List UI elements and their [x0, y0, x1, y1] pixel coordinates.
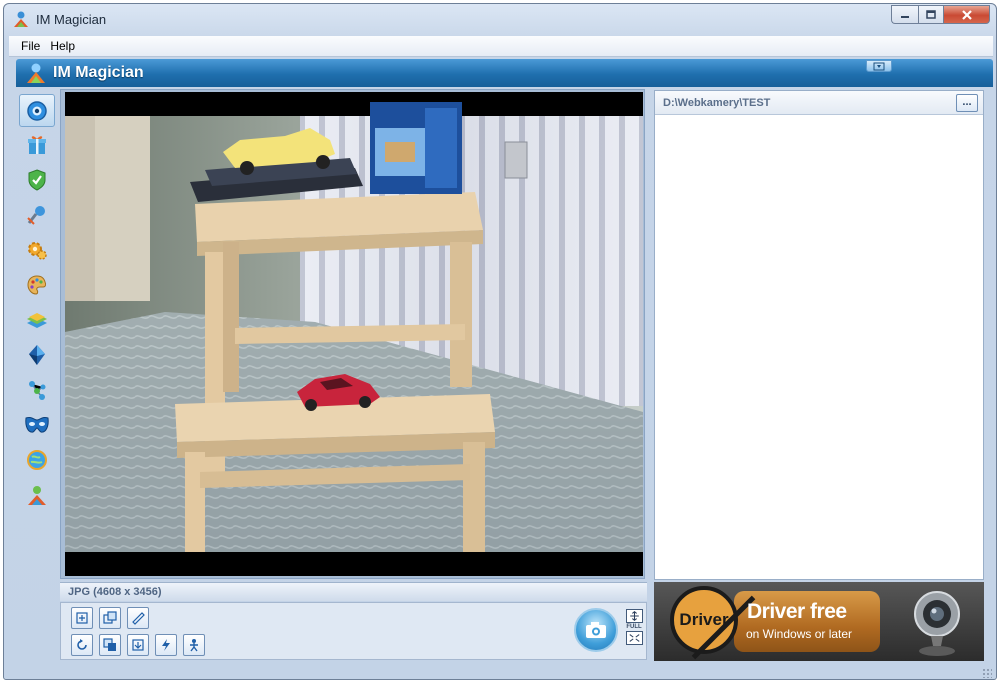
mask-icon — [25, 416, 49, 433]
flash-button[interactable] — [155, 634, 177, 656]
app-banner: IM Magician — [16, 59, 993, 87]
no-driver-icon: Driver — [670, 586, 756, 660]
crop-icon — [103, 611, 117, 624]
sidebar-item-settings[interactable] — [19, 233, 55, 266]
rotate-button[interactable] — [71, 634, 93, 656]
palette-icon — [27, 274, 47, 295]
sidebar-item-microphone[interactable] — [19, 198, 55, 231]
export-button[interactable] — [127, 634, 149, 656]
image-format-label: JPG (4608 x 3456) — [68, 586, 162, 598]
title-bar[interactable]: IM Magician — [4, 4, 996, 34]
flash-icon — [162, 639, 170, 651]
sidebar-item-users[interactable] — [19, 478, 55, 511]
export-icon — [132, 639, 144, 651]
maximize-icon — [926, 9, 936, 19]
ad-subtitle: on Windows or later — [746, 627, 853, 641]
banner-logo-icon — [27, 63, 45, 83]
collapse-button[interactable] — [866, 60, 892, 72]
minimize-icon — [901, 15, 909, 18]
camera-preview[interactable] — [65, 92, 643, 576]
copy-icon — [103, 638, 116, 651]
fit-icon — [76, 612, 88, 624]
rotate-icon — [77, 639, 87, 650]
camera-icon — [586, 622, 606, 638]
webcam-icon — [27, 100, 47, 121]
folder-path-bar: D:\Webkamery\TEST ... — [655, 91, 983, 115]
globe-icon — [27, 449, 47, 470]
gift-icon — [28, 135, 46, 154]
folder-path: D:\Webkamery\TEST — [663, 97, 771, 109]
crystal-icon — [29, 344, 45, 365]
sidebar-item-mask[interactable] — [19, 408, 55, 441]
ad-banner[interactable]: Driver Driver free on Windows or later — [654, 582, 984, 661]
close-button[interactable] — [944, 5, 990, 24]
banner-title: IM Magician — [53, 64, 144, 81]
ruler-icon — [132, 612, 145, 625]
network-icon — [29, 380, 46, 400]
sidebar-item-network[interactable] — [19, 373, 55, 406]
layers-icon — [27, 312, 47, 328]
shield-icon — [28, 168, 46, 191]
sidebar — [19, 90, 55, 520]
camera-toolbar: FULL — [60, 602, 647, 660]
menu-file[interactable]: File — [9, 39, 48, 53]
sidebar-item-crystal[interactable] — [19, 338, 55, 371]
status-bar — [4, 661, 996, 679]
person-icon — [190, 639, 198, 652]
sidebar-item-palette[interactable] — [19, 268, 55, 301]
fit-button[interactable] — [71, 607, 93, 629]
files-panel: D:\Webkamery\TEST ... — [654, 90, 984, 580]
settings-icon — [28, 241, 47, 260]
close-icon — [961, 9, 972, 20]
resize-grip[interactable] — [982, 668, 992, 678]
app-window: IM Magician File Help IM Magician JPG (4… — [3, 3, 997, 680]
crop-button[interactable] — [99, 607, 121, 629]
sidebar-item-layers[interactable] — [19, 303, 55, 336]
person-button[interactable] — [183, 634, 205, 656]
fullscreen-button[interactable]: FULL — [624, 609, 644, 653]
camera-image — [65, 92, 643, 576]
ruler-button[interactable] — [127, 607, 149, 629]
app-logo-icon — [14, 11, 28, 27]
webcam-device-icon — [914, 591, 960, 656]
users-icon — [28, 485, 46, 505]
snapshot-button[interactable] — [574, 608, 618, 652]
maximize-button[interactable] — [918, 5, 944, 24]
expand-icon — [625, 609, 643, 623]
sidebar-item-globe[interactable] — [19, 443, 55, 476]
image-info-bar: JPG (4608 x 3456) — [60, 582, 647, 601]
window-title: IM Magician — [36, 12, 107, 27]
browse-folder-button[interactable]: ... — [956, 94, 978, 112]
menu-bar: File Help — [9, 36, 993, 57]
window-controls — [891, 5, 990, 24]
sidebar-item-shield[interactable] — [19, 163, 55, 196]
shrink-icon — [625, 631, 643, 645]
fullscreen-label: FULL — [626, 624, 642, 630]
preview-frame — [60, 89, 645, 579]
sidebar-item-webcam[interactable] — [19, 94, 55, 127]
menu-help[interactable]: Help — [48, 39, 83, 53]
ad-title: Driver free — [747, 600, 847, 623]
copy-button[interactable] — [99, 634, 121, 656]
sidebar-item-gift[interactable] — [19, 128, 55, 161]
file-list[interactable] — [655, 116, 983, 579]
minimize-button[interactable] — [891, 5, 918, 24]
microphone-icon — [27, 205, 45, 225]
download-icon — [873, 62, 885, 70]
